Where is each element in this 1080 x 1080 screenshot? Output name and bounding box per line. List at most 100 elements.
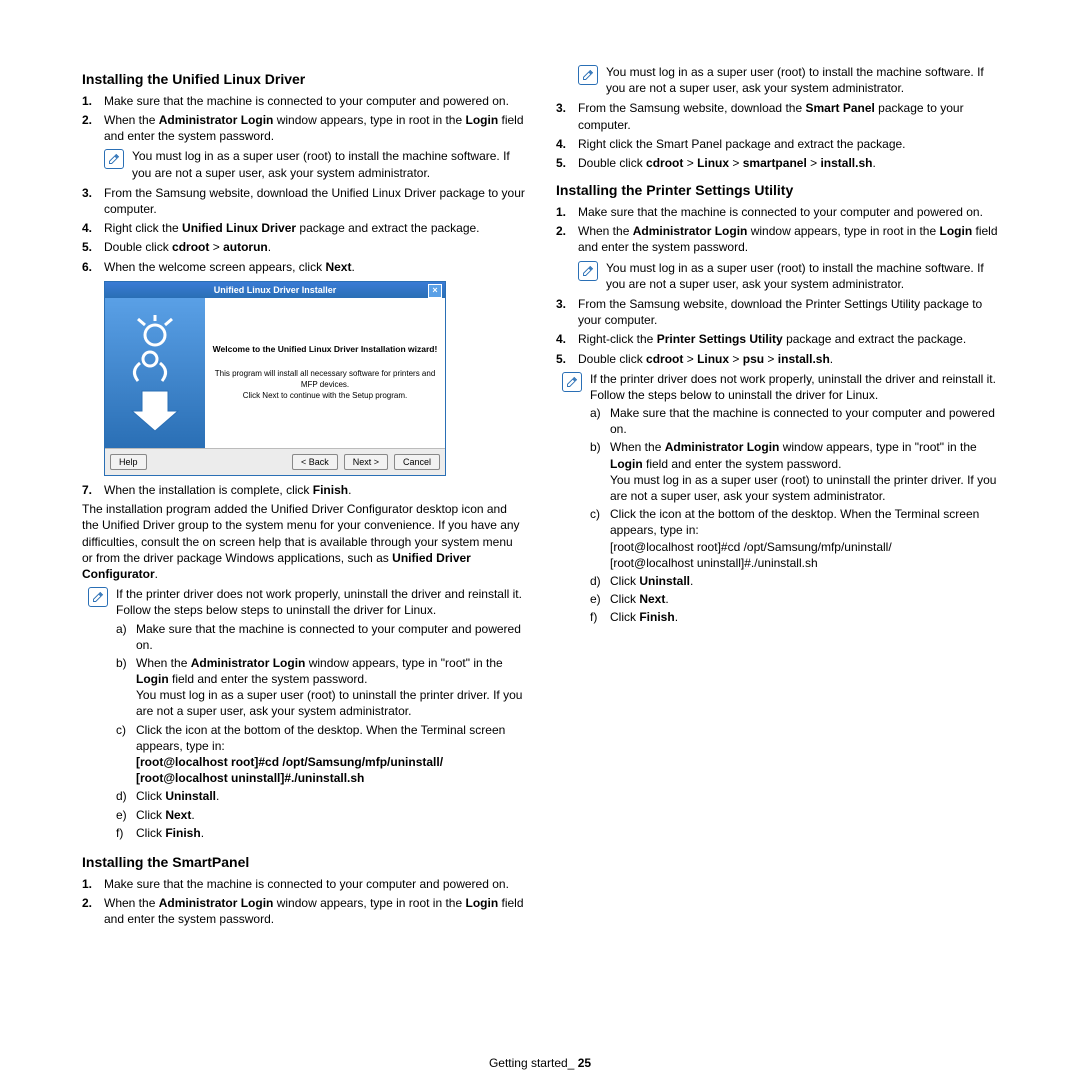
terminal-command: [root@localhost uninstall]#./uninstall.s… — [136, 770, 526, 786]
list-item: f)Click Finish. — [116, 825, 526, 841]
note-box: You must log in as a super user (root) t… — [578, 260, 1000, 292]
note-box: You must log in as a super user (root) t… — [104, 148, 526, 180]
list-item: 3.From the Samsung website, download the… — [556, 296, 1000, 328]
list-item: c) Click the icon at the bottom of the d… — [116, 722, 526, 787]
text: Click Next. — [610, 592, 669, 606]
back-button: < Back — [292, 454, 338, 470]
left-column: Installing the Unified Linux Driver 1.Ma… — [82, 60, 526, 930]
list-item: 2. When the Administrator Login window a… — [82, 112, 526, 181]
heading-unified-linux-driver: Installing the Unified Linux Driver — [82, 70, 526, 89]
terminal-command: [root@localhost root]#cd /opt/Samsung/mf… — [610, 539, 1000, 555]
text: Click the icon at the bottom of the desk… — [610, 506, 1000, 538]
text: Right-click the Printer Settings Utility… — [578, 332, 966, 346]
note-text: Follow the steps below steps to uninstal… — [116, 602, 526, 618]
text: Click Next. — [136, 808, 195, 822]
right-column: You must log in as a super user (root) t… — [556, 60, 1000, 930]
list-item: e)Click Next. — [116, 807, 526, 823]
list-item: 3.From the Samsung website, download the… — [556, 100, 1000, 132]
list-item: 6.When the welcome screen appears, click… — [82, 259, 526, 275]
list-item: f)Click Finish. — [590, 609, 1000, 625]
list-item: d)Click Uninstall. — [116, 788, 526, 804]
text: Double click cdroot > autorun. — [104, 240, 271, 254]
text: When the Administrator Login window appe… — [610, 440, 977, 470]
list-item: 5.Double click cdroot > Linux > smartpan… — [556, 155, 1000, 171]
pencil-note-icon — [578, 65, 598, 85]
text: From the Samsung website, download the S… — [578, 101, 964, 131]
list-item: 2.When the Administrator Login window ap… — [82, 895, 526, 927]
note-text: You must log in as a super user (root) t… — [132, 148, 526, 180]
installer-wizard-screenshot: Unified Linux Driver Installer × — [104, 281, 446, 476]
text: Click Finish. — [136, 826, 204, 840]
list-item: 5.Double click cdroot > autorun. — [82, 239, 526, 255]
list-item: 4.Right-click the Printer Settings Utili… — [556, 331, 1000, 347]
wizard-body-text: Click Next to continue with the Setup pr… — [243, 391, 408, 402]
text: When the Administrator Login window appe… — [578, 224, 998, 254]
text: When the Administrator Login window appe… — [136, 656, 503, 686]
text: You must log in as a super user (root) t… — [610, 472, 1000, 504]
note-text: You must log in as a super user (root) t… — [606, 260, 1000, 292]
note-text: You must log in as a super user (root) t… — [606, 64, 1000, 96]
text: Make sure that the machine is connected … — [578, 205, 983, 219]
text: Make sure that the machine is connected … — [104, 877, 509, 891]
list-item: 1.Make sure that the machine is connecte… — [82, 93, 526, 109]
next-button: Next > — [344, 454, 388, 470]
text: Click Uninstall. — [610, 574, 693, 588]
list-item: 5.Double click cdroot > Linux > psu > in… — [556, 351, 1000, 367]
text: Click Uninstall. — [136, 789, 219, 803]
text: From the Samsung website, download the P… — [578, 297, 982, 327]
list-item: 4.Right click the Smart Panel package an… — [556, 136, 1000, 152]
text: When the Administrator Login window appe… — [104, 896, 524, 926]
document-page: Installing the Unified Linux Driver 1.Ma… — [0, 0, 1080, 950]
note-box: If the printer driver does not work prop… — [562, 371, 1000, 628]
text: Make sure that the machine is connected … — [610, 406, 995, 436]
text: From the Samsung website, download the U… — [104, 186, 525, 216]
text: Make sure that the machine is connected … — [136, 622, 521, 652]
wizard-side-graphic — [105, 298, 205, 448]
list-item: 4.Right click the Unified Linux Driver p… — [82, 220, 526, 236]
wizard-welcome-text: Welcome to the Unified Linux Driver Inst… — [213, 344, 438, 355]
text: When the installation is complete, click… — [104, 483, 351, 497]
list-item: 7.When the installation is complete, cli… — [82, 482, 526, 498]
text: Click Finish. — [610, 610, 678, 624]
wizard-body-text: This program will install all necessary … — [211, 369, 439, 391]
list-item: 1.Make sure that the machine is connecte… — [82, 876, 526, 892]
pencil-note-icon — [104, 149, 124, 169]
note-text: If the printer driver does not work prop… — [116, 586, 526, 602]
pencil-note-icon — [578, 261, 598, 281]
list-item: d)Click Uninstall. — [590, 573, 1000, 589]
list-item: a)Make sure that the machine is connecte… — [590, 405, 1000, 437]
text: When the Administrator Login window appe… — [104, 113, 524, 143]
heading-printer-settings-utility: Installing the Printer Settings Utility — [556, 181, 1000, 200]
text: Click the icon at the bottom of the desk… — [136, 722, 526, 754]
text: Double click cdroot > Linux > smartpanel… — [578, 156, 876, 170]
text: Right click the Unified Linux Driver pac… — [104, 221, 480, 235]
list-item: 2. When the Administrator Login window a… — [556, 223, 1000, 292]
list-item: 1.Make sure that the machine is connecte… — [556, 204, 1000, 220]
note-box: If the printer driver does not work prop… — [88, 586, 526, 843]
paragraph: The installation program added the Unifi… — [82, 501, 526, 582]
cancel-button: Cancel — [394, 454, 440, 470]
note-box: You must log in as a super user (root) t… — [578, 64, 1000, 96]
pencil-note-icon — [562, 372, 582, 392]
text: Right click the Smart Panel package and … — [578, 137, 906, 151]
text: When the welcome screen appears, click N… — [104, 260, 355, 274]
close-icon: × — [428, 284, 442, 298]
list-item: 3.From the Samsung website, download the… — [82, 185, 526, 217]
list-item: b) When the Administrator Login window a… — [590, 439, 1000, 504]
heading-smartpanel: Installing the SmartPanel — [82, 853, 526, 872]
list-item: c) Click the icon at the bottom of the d… — [590, 506, 1000, 571]
pencil-note-icon — [88, 587, 108, 607]
terminal-command: [root@localhost root]#cd /opt/Samsung/mf… — [136, 754, 526, 770]
page-footer: Getting started_ 25 — [0, 1056, 1080, 1070]
note-text: If the printer driver does not work prop… — [590, 371, 1000, 387]
list-item: b) When the Administrator Login window a… — [116, 655, 526, 720]
terminal-command: [root@localhost uninstall]#./uninstall.s… — [610, 555, 1000, 571]
list-item: e)Click Next. — [590, 591, 1000, 607]
text: You must log in as a super user (root) t… — [136, 687, 526, 719]
text: Make sure that the machine is connected … — [104, 94, 509, 108]
wizard-titlebar: Unified Linux Driver Installer × — [105, 282, 445, 298]
list-item: a)Make sure that the machine is connecte… — [116, 621, 526, 653]
help-button: Help — [110, 454, 147, 470]
note-text: Follow the steps below to uninstall the … — [590, 387, 1000, 403]
text: Double click cdroot > Linux > psu > inst… — [578, 352, 833, 366]
